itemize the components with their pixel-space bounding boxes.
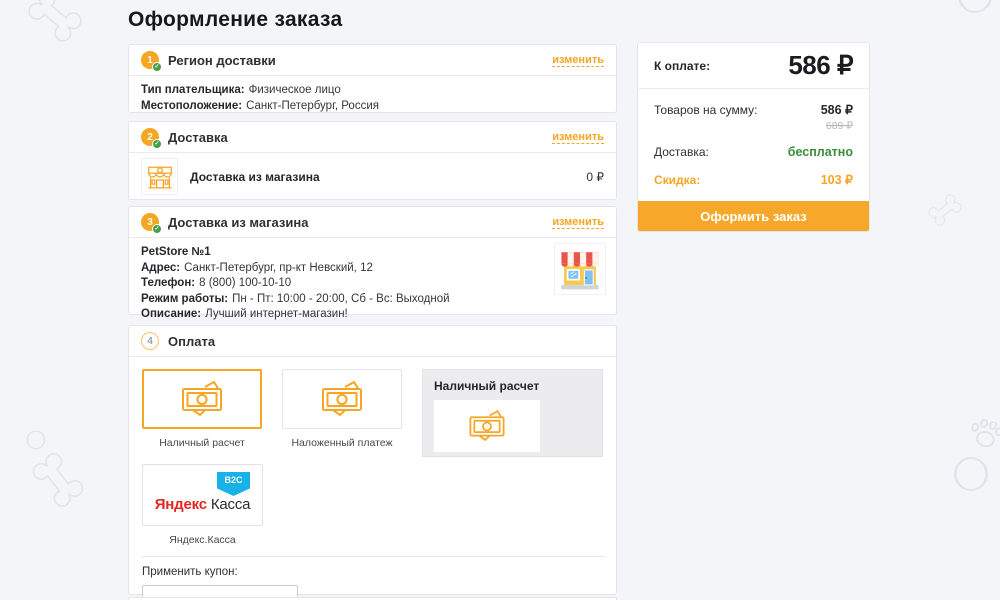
divider — [141, 556, 604, 557]
payment-detail-iconbox — [434, 400, 540, 452]
section-header: 2 ✓ Доставка изменить — [129, 122, 616, 153]
storefront-icon — [554, 243, 606, 295]
ball-decoration — [953, 456, 989, 492]
payment-option-card-selected[interactable] — [142, 369, 262, 429]
bone-decoration — [20, 0, 89, 49]
step-number-badge: 1 ✓ — [141, 51, 159, 69]
payment-body: Наличный расчет — [129, 357, 616, 600]
payment-detail-title: Наличный расчет — [434, 379, 591, 393]
section-title: Оплата — [168, 334, 215, 349]
total-value: 586 ₽ — [788, 50, 853, 81]
items-label: Товаров на сумму: — [654, 103, 758, 117]
total-label: К оплате: — [654, 59, 710, 73]
payment-option-cash[interactable]: Наличный расчет — [142, 369, 262, 449]
delivery-method-row: Доставка из магазина 0 ₽ — [129, 153, 616, 200]
summary-total-row: К оплате: 586 ₽ — [638, 43, 869, 89]
change-delivery-link[interactable]: изменить — [552, 131, 604, 144]
payment-option-card[interactable] — [282, 369, 402, 429]
section-delivery: 2 ✓ Доставка изменить Доставка из маг — [128, 121, 617, 200]
section-payment: 4 Оплата — [128, 325, 617, 595]
section-delivery-region: 1 ✓ Регион доставки изменить Тип платель… — [128, 44, 617, 113]
payment-option-label: Наложенный платеж — [291, 437, 392, 449]
field-value: Санкт-Петербург, Россия — [246, 100, 379, 112]
bone-decoration — [923, 190, 966, 230]
section-header: 4 Оплата — [129, 326, 616, 357]
section-store-pickup: 3 ✓ Доставка из магазина изменить PetSto… — [128, 206, 617, 315]
summary-breakdown: Товаров на сумму: 586 ₽ 689 ₽ Доставка: … — [638, 89, 869, 201]
paw-decoration — [966, 416, 1000, 453]
check-icon: ✓ — [152, 62, 162, 72]
order-summary-panel: К оплате: 586 ₽ Товаров на сумму: 586 ₽ … — [637, 42, 870, 232]
ball-decoration — [957, 0, 993, 14]
discount-label: Скидка: — [654, 173, 700, 187]
bone-decoration — [25, 445, 90, 514]
location-line: Местоположение: Санкт-Петербург, Россия — [141, 99, 604, 115]
yandex-kassa-logo: Яндекс Касса — [143, 496, 262, 513]
step-number-badge: 3 ✓ — [141, 213, 159, 231]
field-label: Тип плательщика: — [141, 84, 245, 96]
payment-options-row2: B2C Яндекс Касса Яндекс.Касса — [142, 464, 603, 546]
store-description-line: Описание:Лучший интернет-магазин! — [141, 307, 604, 323]
banknote-icon — [318, 380, 366, 418]
page-title: Оформление заказа — [128, 8, 342, 32]
coupon-label: Применить купон: — [142, 566, 603, 578]
store-outline-icon — [141, 158, 178, 195]
section-title: Доставка из магазина — [168, 215, 308, 230]
items-value: 586 ₽ — [821, 102, 853, 117]
checkout-page: Оформление заказа 1 ✓ Регион доставки из… — [0, 0, 1000, 600]
change-region-link[interactable]: изменить — [552, 54, 604, 67]
change-store-link[interactable]: изменить — [552, 216, 604, 229]
items-old-price: 689 ₽ — [654, 120, 853, 132]
items-sum-row: Товаров на сумму: 586 ₽ — [654, 102, 853, 117]
payment-option-label: Яндекс.Касса — [169, 534, 236, 546]
section-header: 3 ✓ Доставка из магазина изменить — [129, 207, 616, 238]
b2c-badge: B2C — [217, 472, 250, 496]
payment-option-label: Наличный расчет — [159, 437, 245, 449]
payer-type-line: Тип плательщика: Физическое лицо — [141, 83, 604, 99]
section-body: Тип плательщика: Физическое лицо Местопол… — [129, 76, 616, 121]
field-value: Физическое лицо — [249, 84, 341, 96]
delivery-label: Доставка: — [654, 145, 709, 159]
banknote-icon — [466, 409, 508, 443]
submit-order-button[interactable]: Оформить заказ — [638, 201, 869, 231]
payment-option-yandex[interactable]: B2C Яндекс Касса Яндекс.Касса — [142, 464, 263, 546]
store-phone-line: Телефон:8 (800) 100-10-10 — [141, 276, 604, 292]
field-label: Местоположение: — [141, 100, 242, 112]
delivery-value: бесплатно — [788, 145, 853, 159]
check-icon: ✓ — [152, 139, 162, 149]
payment-option-card[interactable]: B2C Яндекс Касса — [142, 464, 263, 526]
ball-decoration — [26, 430, 46, 450]
section-title: Доставка — [168, 130, 228, 145]
section-title: Регион доставки — [168, 53, 276, 68]
delivery-method-label: Доставка из магазина — [190, 170, 320, 184]
delivery-method-price: 0 ₽ — [586, 170, 604, 184]
discount-value: 103 ₽ — [821, 172, 853, 187]
banknote-icon — [178, 380, 226, 418]
check-icon: ✓ — [152, 224, 162, 234]
store-hours-line: Режим работы:Пн - Пт: 10:00 - 20:00, Сб … — [141, 292, 604, 308]
delivery-sum-row: Доставка: бесплатно — [654, 145, 853, 159]
discount-sum-row: Скидка: 103 ₽ — [654, 172, 853, 187]
payment-options-row: Наличный расчет — [142, 369, 603, 457]
store-address-line: Адрес:Санкт-Петербург, пр-кт Невский, 12 — [141, 261, 604, 277]
store-details: PetStore №1 Адрес:Санкт-Петербург, пр-кт… — [129, 238, 616, 330]
step-number-badge: 4 — [141, 332, 159, 350]
store-name: PetStore №1 — [141, 245, 604, 261]
payment-option-cod[interactable]: Наложенный платеж — [282, 369, 402, 449]
step-number-badge: 2 ✓ — [141, 128, 159, 146]
payment-detail-panel: Наличный расчет — [422, 369, 603, 457]
section-header: 1 ✓ Регион доставки изменить — [129, 45, 616, 76]
